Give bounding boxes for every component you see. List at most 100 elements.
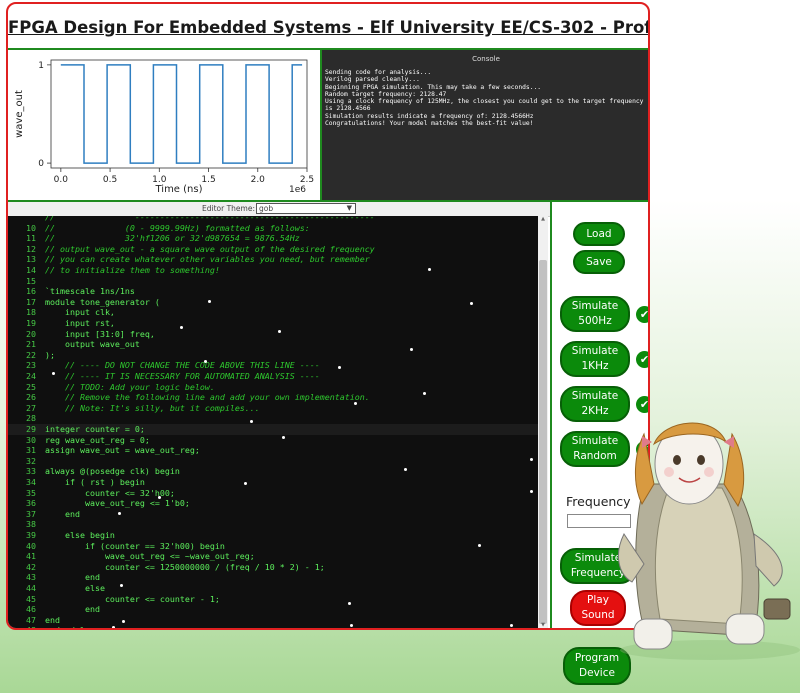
snowflake [278, 330, 281, 333]
snowflake [120, 584, 123, 587]
code-text: // ---- IT IS NECESSARY FOR AUTOMATED AN… [45, 371, 320, 381]
scroll-up-icon[interactable]: ▲ [538, 216, 548, 224]
code-editor[interactable]: // -------------------------------------… [8, 216, 548, 630]
code-line[interactable]: 41 wave_out_reg <= ~wave_out_reg; [8, 551, 538, 562]
code-line[interactable]: 42 counter <= 1250000000 / (freq / 10 * … [8, 562, 538, 573]
scroll-down-icon[interactable]: ▼ [538, 622, 548, 628]
line-number: 22 [26, 349, 36, 360]
snowflake [282, 436, 285, 439]
code-text: end [45, 604, 100, 615]
code-line[interactable]: 37 end [8, 509, 538, 520]
code-text: counter <= 32'h00; [45, 487, 175, 498]
code-line[interactable]: 13 // you can create whatever other varia… [8, 254, 538, 265]
snowflake [278, 628, 281, 630]
snowflake [122, 620, 125, 623]
code-line[interactable]: 28 [8, 413, 538, 424]
code-text: assign wave_out = wave_out_reg; [45, 445, 200, 456]
code-line[interactable]: 31 assign wave_out = wave_out_reg; [8, 445, 538, 456]
scrollbar-thumb[interactable] [539, 260, 547, 624]
code-line[interactable]: 33 always @(posedge clk) begin [8, 466, 538, 477]
code-line[interactable]: 46 end [8, 604, 538, 615]
line-number: 39 [26, 530, 36, 540]
code-text: wave_out_reg <= 1'b0; [45, 498, 190, 509]
load-button[interactable]: Load [573, 222, 625, 246]
snowflake [208, 300, 211, 303]
code-line[interactable]: 26 // Remove the following line and add … [8, 392, 538, 403]
line-number: 24 [26, 371, 36, 381]
y-axis-label: wave_out [14, 90, 25, 138]
snowflake [423, 392, 426, 395]
line-number: 45 [26, 593, 36, 604]
check-icon: ✔ [636, 306, 648, 323]
save-button[interactable]: Save [573, 250, 625, 274]
console-line: Congratulations! Your model matches the … [325, 120, 534, 128]
console-line: Verilog parsed cleanly... [325, 76, 420, 84]
line-number: 31 [26, 445, 36, 456]
code-line[interactable]: 34 if ( rst ) begin [8, 477, 538, 488]
code-line[interactable]: 17 module tone_generator ( [8, 297, 538, 308]
line-number: 42 [26, 561, 36, 572]
code-line[interactable]: 18 input clk, [8, 307, 538, 318]
line-number: 15 [26, 275, 36, 286]
code-line[interactable]: 40 if (counter == 32'h00) begin [8, 541, 538, 552]
code-line[interactable]: 24 // ---- IT IS NECESSARY FOR AUTOMATED… [8, 371, 538, 382]
theme-select[interactable]: gob ▼ [256, 203, 356, 214]
page-title: FPGA Design For Embedded Systems - Elf U… [8, 18, 648, 37]
code-text: endmodule [45, 625, 90, 628]
line-number: 20 [26, 328, 36, 339]
code-text: `timescale 1ns/1ns [45, 286, 135, 297]
code-line[interactable]: 35 counter <= 32'h00; [8, 488, 538, 499]
simulate-1khz-button[interactable]: Simulate 1KHz [560, 341, 630, 377]
snowflake [478, 544, 481, 547]
code-line[interactable]: 27 // Note: It's silly, but it compiles.… [8, 403, 538, 414]
check-icon: ✔ [636, 396, 648, 413]
code-line[interactable]: 16 `timescale 1ns/1ns [8, 286, 538, 297]
code-line[interactable]: 39 else begin [8, 530, 538, 541]
code-line[interactable]: 36 wave_out_reg <= 1'b0; [8, 498, 538, 509]
code-line[interactable]: 47 end [8, 615, 538, 626]
y-tick-label: 1 [38, 61, 44, 71]
code-line[interactable]: 15 [8, 276, 538, 287]
line-number: 43 [26, 572, 36, 583]
simulate-500hz-button[interactable]: Simulate 500Hz [560, 296, 630, 332]
x-tick-label: 2.5 [300, 175, 314, 185]
snowflake [338, 366, 341, 369]
code-text: else [45, 583, 105, 593]
code-text: // Note: It's silly, but it compiles... [45, 402, 260, 413]
line-number: 27 [26, 402, 36, 413]
line-number: 46 [26, 604, 36, 615]
code-line[interactable]: 25 // TODO: Add your logic below. [8, 382, 538, 393]
code-line[interactable]: 11 // 32'hf1206 or 32'd987654 = 9876.54Hz [8, 233, 538, 244]
code-line[interactable]: 45 counter <= counter - 1; [8, 594, 538, 605]
x-tick-label: 1.5 [201, 175, 215, 185]
code-line[interactable]: 32 [8, 456, 538, 467]
code-line[interactable]: 43 end [8, 572, 538, 583]
code-line[interactable]: 19 input rst, [8, 318, 538, 329]
console-line: Beginning FPGA simulation. This may take… [325, 83, 542, 91]
snowflake [530, 490, 533, 493]
code-line[interactable]: 29 integer counter = 0; [8, 424, 538, 435]
code-line[interactable]: 10 // (0 - 9999.99Hz) formatted as follow… [8, 223, 538, 234]
line-number: 28 [26, 413, 36, 424]
line-number: 38 [26, 519, 36, 530]
line-number: 10 [26, 222, 36, 233]
x-tick-label: 0.0 [54, 175, 69, 185]
code-line[interactable]: 14 // to initialize them to something! [8, 265, 538, 276]
code-text: else begin [45, 530, 115, 540]
code-line[interactable]: 38 [8, 519, 538, 530]
line-number: 26 [26, 392, 36, 403]
code-line[interactable]: 21 output wave_out [8, 339, 538, 350]
code-line[interactable]: 30 reg wave_out_reg = 0; [8, 435, 538, 446]
console-title: Console [472, 55, 500, 63]
console-line: Sending code for analysis... [325, 69, 432, 76]
code-line[interactable]: 12 // output wave_out - a square wave out… [8, 244, 538, 255]
code-line[interactable]: 23 // ---- DO NOT CHANGE THE CODE ABOVE … [8, 360, 538, 371]
theme-label: Editor Theme: [202, 204, 255, 213]
code-line[interactable]: 20 input [31:0] freq, [8, 329, 538, 340]
snowflake [52, 372, 55, 375]
code-line[interactable]: 22); [8, 350, 538, 361]
code-line[interactable]: // -------------------------------------… [8, 216, 538, 223]
code-line[interactable]: 48 endmodule [8, 625, 538, 628]
code-line[interactable]: 44 else [8, 583, 538, 594]
editor-scrollbar[interactable]: ▲ ▼ [538, 216, 548, 628]
